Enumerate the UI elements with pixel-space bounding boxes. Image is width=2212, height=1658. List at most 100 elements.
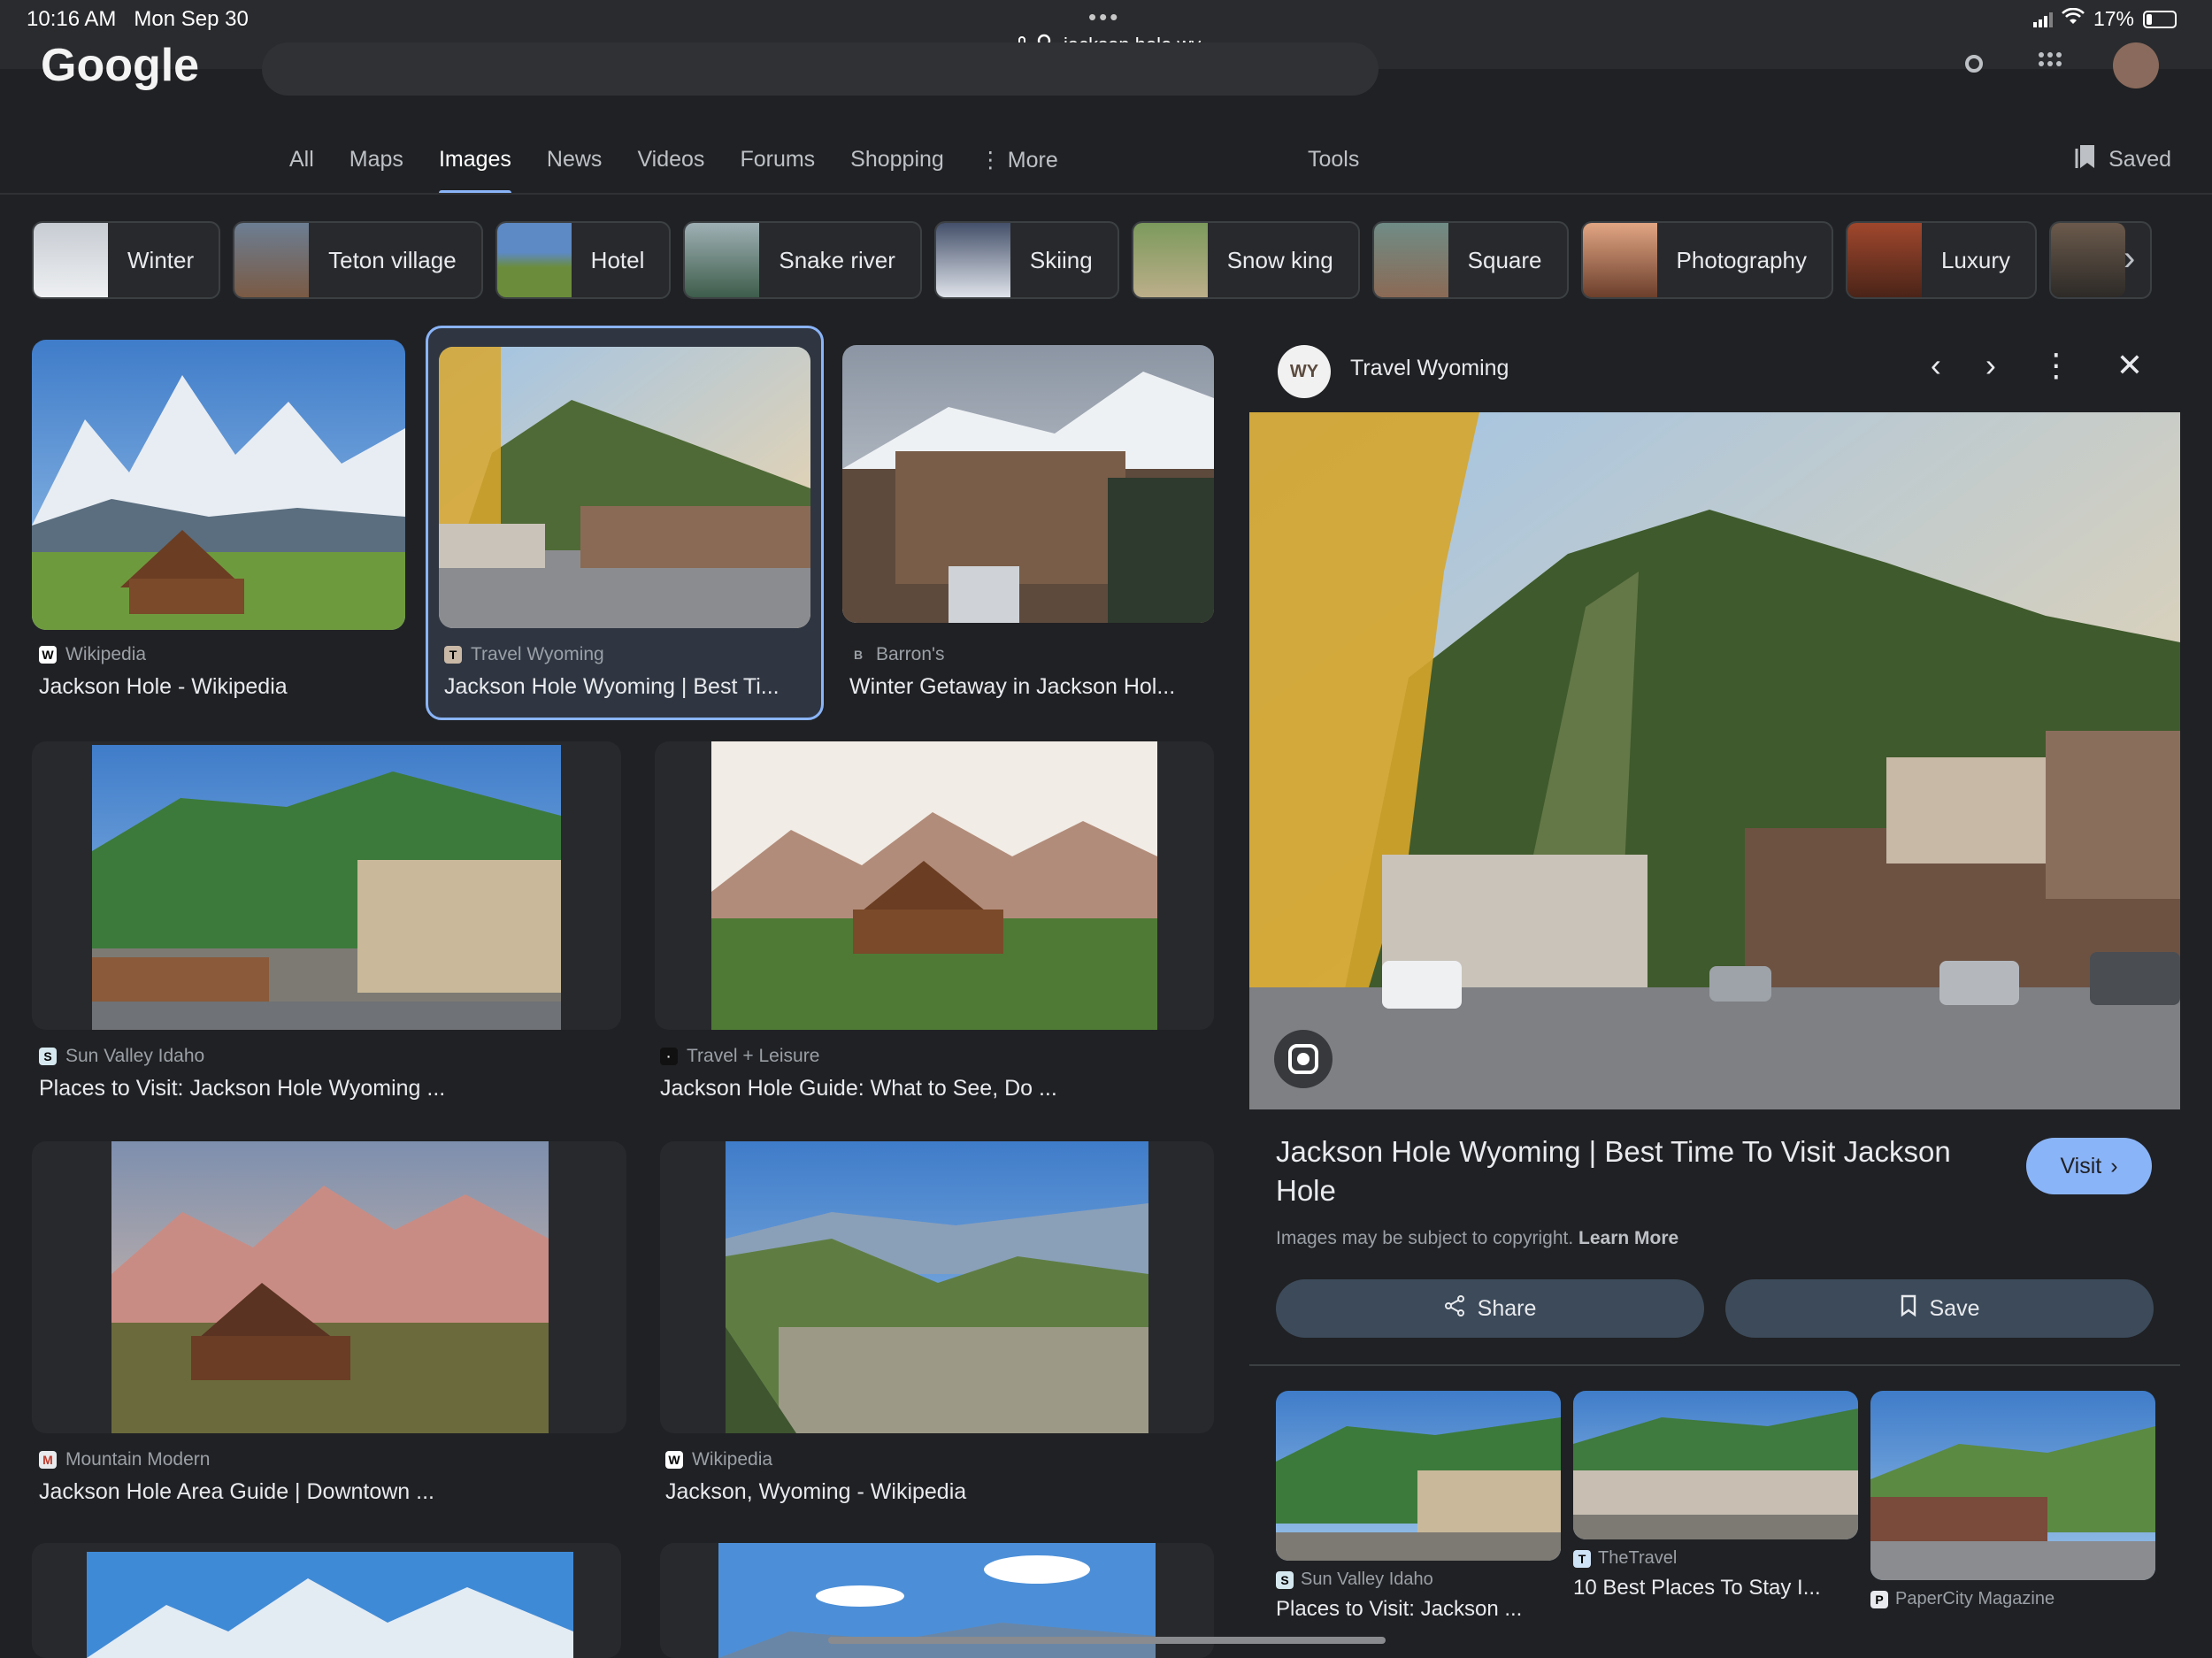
mountain-modern-favicon-icon: M <box>39 1451 57 1469</box>
more-vert-icon: ⋮ <box>979 148 1008 173</box>
visit-button[interactable]: Visit › <box>2026 1138 2152 1194</box>
result-image[interactable] <box>87 1552 573 1658</box>
result-title[interactable]: Places to Visit: Jackson Hole Wyoming ..… <box>39 1076 445 1101</box>
related-thumbnail[interactable] <box>1276 1391 1561 1561</box>
result-image[interactable] <box>439 347 810 628</box>
related-title[interactable]: Places to Visit: Jackson ... <box>1276 1597 1561 1622</box>
result-source: M Mountain Modern <box>39 1449 210 1470</box>
related-source: T TheTravel <box>1573 1548 1858 1569</box>
share-label: Share <box>1477 1295 1537 1321</box>
share-button[interactable]: Share <box>1276 1279 1704 1338</box>
panel-divider <box>1249 1364 2180 1366</box>
source-name[interactable]: Travel Wyoming <box>1350 356 1509 381</box>
tab-maps[interactable]: Maps <box>349 147 403 193</box>
chevron-right-icon[interactable]: › <box>2124 239 2135 279</box>
source-text: Barron's <box>876 644 945 664</box>
result-title[interactable]: Jackson Hole - Wikipedia <box>39 674 288 700</box>
tab-shopping[interactable]: Shopping <box>850 147 944 193</box>
chip-label: Snake river <box>779 246 895 273</box>
chip-label: Photography <box>1676 246 1807 273</box>
header-divider <box>0 193 2212 195</box>
chip-hotel[interactable]: Hotel <box>495 221 672 299</box>
chevron-left-icon[interactable]: ‹ <box>1931 347 1941 384</box>
tab-videos[interactable]: Videos <box>637 147 704 193</box>
save-label: Save <box>1929 1295 1980 1321</box>
battery-icon <box>2143 10 2177 28</box>
chip-label: Teton village <box>328 246 457 273</box>
chip-label: Skiing <box>1029 246 1093 273</box>
chip-snow-king[interactable]: Snow king <box>1131 221 1360 299</box>
home-indicator[interactable] <box>828 1637 1386 1644</box>
tab-images[interactable]: Images <box>438 147 511 195</box>
preview-image[interactable] <box>1249 412 2180 1109</box>
related-title[interactable]: 10 Best Places To Stay I... <box>1573 1576 1858 1600</box>
result-source: W Wikipedia <box>39 644 146 665</box>
result-image[interactable] <box>711 741 1157 1030</box>
source-logo[interactable]: WY <box>1278 345 1331 398</box>
apps-grid-icon[interactable] <box>2037 50 2063 81</box>
result-source: · Travel + Leisure <box>660 1046 819 1067</box>
search-tabs: All Maps Images News Videos Forums Shopp… <box>289 147 1094 195</box>
result-title[interactable]: Jackson, Wyoming - Wikipedia <box>665 1479 966 1505</box>
chip-thumbnail <box>935 223 1010 297</box>
chip-partial[interactable] <box>2049 221 2153 299</box>
result-title[interactable]: Winter Getaway in Jackson Hol... <box>849 674 1175 700</box>
related-thumbnail[interactable] <box>1870 1391 2155 1580</box>
settings-icon[interactable] <box>1961 50 1987 81</box>
multitask-dots-icon[interactable]: ••• <box>1088 4 1120 31</box>
chip-luxury[interactable]: Luxury <box>1845 221 2038 299</box>
search-input[interactable] <box>262 42 1379 96</box>
copyright-text: Images may be subject to copyright. <box>1276 1228 1574 1248</box>
chip-thumbnail <box>2051 223 2126 297</box>
result-image[interactable] <box>842 345 1214 623</box>
preview-title[interactable]: Jackson Hole Wyoming | Best Time To Visi… <box>1276 1132 2010 1210</box>
status-time: 10:16 AM Mon Sep 30 <box>27 7 249 32</box>
source-text: Sun Valley Idaho <box>65 1046 205 1066</box>
result-source: T Travel Wyoming <box>444 644 604 665</box>
result-image[interactable] <box>92 745 561 1030</box>
tab-news[interactable]: News <box>547 147 603 193</box>
result-title[interactable]: Jackson Hole Wyoming | Best Ti... <box>444 674 780 700</box>
result-image[interactable] <box>32 340 405 630</box>
thetravel-favicon-icon: T <box>1573 1549 1591 1568</box>
source-text: TheTravel <box>1598 1548 1678 1568</box>
chip-thumbnail <box>234 223 310 297</box>
chip-skiing[interactable]: Skiing <box>933 221 1119 299</box>
travel-leisure-favicon-icon: · <box>660 1048 678 1065</box>
header-actions <box>1961 42 2159 88</box>
tab-more[interactable]: ⋮ More <box>979 147 1058 193</box>
chip-snake-river[interactable]: Snake river <box>683 221 922 299</box>
chip-thumbnail <box>34 223 108 297</box>
save-button[interactable]: Save <box>1725 1279 2154 1338</box>
google-lens-icon[interactable] <box>1274 1030 1333 1088</box>
tools-button[interactable]: Tools <box>1308 147 1359 173</box>
result-image[interactable] <box>726 1141 1148 1433</box>
chip-winter[interactable]: Winter <box>32 221 221 299</box>
bookmark-icon <box>1900 1294 1917 1324</box>
result-title[interactable]: Jackson Hole Area Guide | Downtown ... <box>39 1479 434 1505</box>
related-thumbnail[interactable] <box>1573 1391 1858 1539</box>
travel-wyoming-favicon-icon: T <box>444 646 462 664</box>
related-image-3[interactable]: P PaperCity Magazine <box>1870 1391 2155 1609</box>
close-icon[interactable]: ✕ <box>2116 347 2143 384</box>
chip-label: Square <box>1467 246 1542 273</box>
chip-thumbnail <box>496 223 572 297</box>
saved-label: Saved <box>2108 147 2171 172</box>
related-source: P PaperCity Magazine <box>1870 1589 2155 1609</box>
google-logo[interactable]: Google <box>41 39 199 92</box>
tab-forums[interactable]: Forums <box>740 147 815 193</box>
account-avatar[interactable] <box>2113 42 2159 88</box>
tab-all[interactable]: All <box>289 147 314 193</box>
chip-photography[interactable]: Photography <box>1580 221 1833 299</box>
related-image-2[interactable]: T TheTravel 10 Best Places To Stay I... <box>1573 1391 1858 1600</box>
wikipedia-favicon-icon: W <box>39 646 57 664</box>
more-vert-icon[interactable]: ⋮ <box>2040 347 2072 384</box>
chip-square[interactable]: Square <box>1371 221 1569 299</box>
learn-more-link[interactable]: Learn More <box>1578 1228 1678 1248</box>
chevron-right-icon[interactable]: › <box>1985 347 1996 384</box>
result-title[interactable]: Jackson Hole Guide: What to See, Do ... <box>660 1076 1057 1101</box>
result-image[interactable] <box>111 1141 549 1433</box>
saved-button[interactable]: Saved <box>2075 143 2171 176</box>
related-image-1[interactable]: S Sun Valley Idaho Places to Visit: Jacks… <box>1276 1391 1561 1622</box>
chip-teton-village[interactable]: Teton village <box>233 221 483 299</box>
